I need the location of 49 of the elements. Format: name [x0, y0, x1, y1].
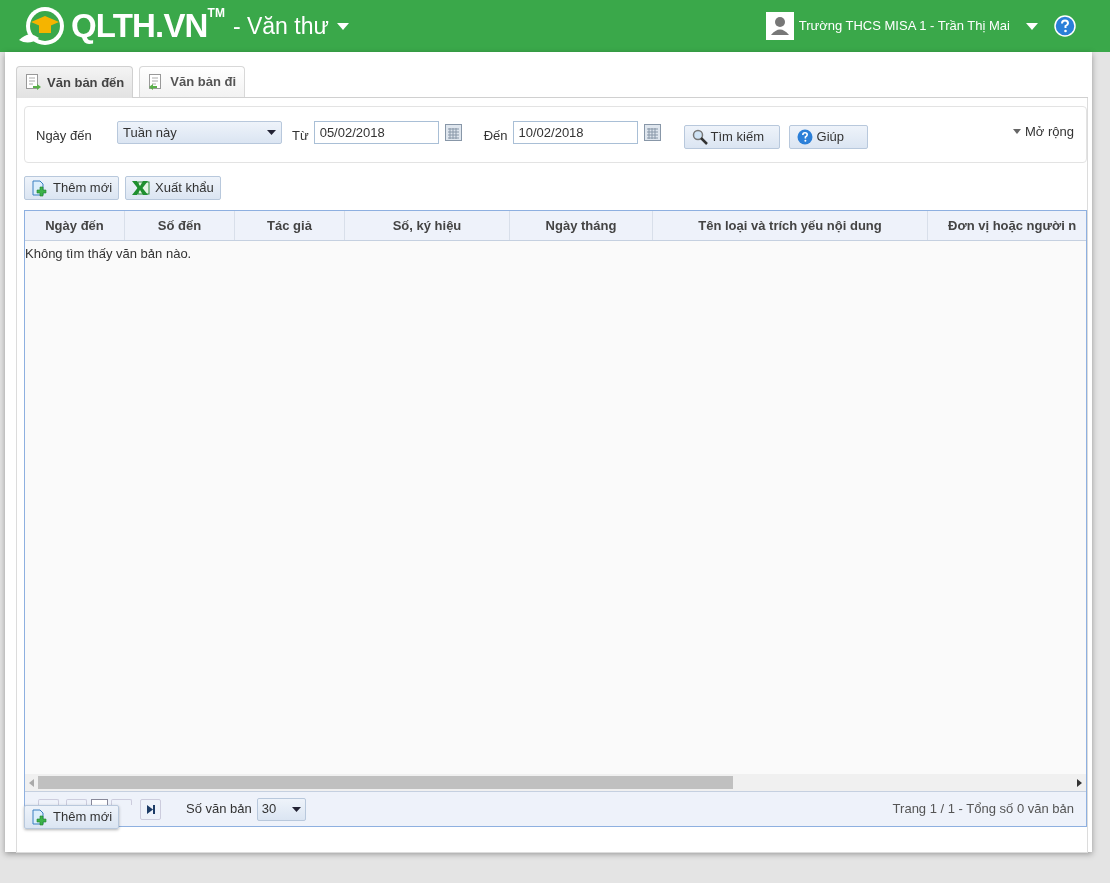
column-header[interactable]: Ngày đến	[25, 211, 125, 240]
pager-summary: Trang 1 / 1 - Tổng số 0 văn bản	[892, 800, 1074, 819]
app-logo: QLTH.VN	[71, 6, 208, 47]
add-document-icon	[31, 179, 48, 197]
trademark: TM	[207, 5, 225, 22]
scroll-right-icon[interactable]	[1077, 778, 1082, 787]
export-button[interactable]: Xuất khẩu	[125, 176, 221, 200]
caret-icon	[267, 130, 276, 135]
page-size-label: Số văn bản	[186, 800, 252, 819]
scroll-left-icon[interactable]	[29, 778, 34, 787]
column-header[interactable]: Tên loại và trích yếu nội dung	[653, 211, 928, 240]
add-new-button[interactable]: Thêm mới	[24, 176, 120, 200]
filter-label: Ngày đến	[36, 127, 93, 145]
help-button[interactable]: Giúp	[788, 125, 868, 149]
horizontal-scrollbar[interactable]	[25, 774, 1086, 791]
from-date-field[interactable]: 05/02/2018	[313, 121, 439, 144]
page-number-field[interactable]	[91, 798, 108, 805]
help-icon	[796, 129, 813, 145]
caret-icon	[291, 806, 301, 812]
user-avatar-icon	[765, 12, 794, 40]
caret-icon	[1013, 129, 1021, 135]
column-header[interactable]: Số, ký hiệu	[345, 211, 510, 240]
column-header[interactable]: Tác giả	[235, 211, 345, 240]
page-size-dropdown[interactable]: 30	[256, 797, 306, 821]
scroll-thumb[interactable]	[38, 776, 733, 789]
caret-icon[interactable]	[1026, 22, 1038, 30]
tab[interactable]: Văn bản đến	[16, 66, 134, 98]
column-header[interactable]: Số đến	[125, 211, 235, 240]
last-page-icon	[146, 804, 155, 814]
expand-toggle[interactable]: Mở rộng	[1013, 122, 1074, 142]
to-date-field[interactable]: 10/02/2018	[512, 121, 638, 144]
search-button[interactable]: Tìm kiếm	[683, 125, 780, 149]
add-new-button[interactable]: Thêm mới	[24, 805, 120, 829]
caret-icon	[336, 22, 349, 30]
spreadsheet-icon	[132, 181, 151, 195]
empty-message: Không tìm thấy văn bản nào.	[25, 245, 193, 263]
period-dropdown[interactable]: Tuần này	[117, 121, 282, 144]
add-document-icon	[31, 808, 48, 826]
calendar-icon[interactable]	[444, 124, 462, 141]
from-label: Từ	[292, 127, 309, 145]
to-label: Đến	[483, 127, 508, 145]
help-icon[interactable]	[1054, 15, 1076, 37]
column-header[interactable]: Đơn vị hoặc người n	[928, 211, 1086, 240]
document-icon	[25, 74, 42, 91]
column-header[interactable]: Ngày tháng	[510, 211, 653, 240]
last-page-button[interactable]	[140, 798, 161, 820]
tab[interactable]: Văn bản đi	[139, 66, 246, 97]
calendar-icon[interactable]	[643, 124, 661, 141]
search-icon	[691, 129, 708, 145]
